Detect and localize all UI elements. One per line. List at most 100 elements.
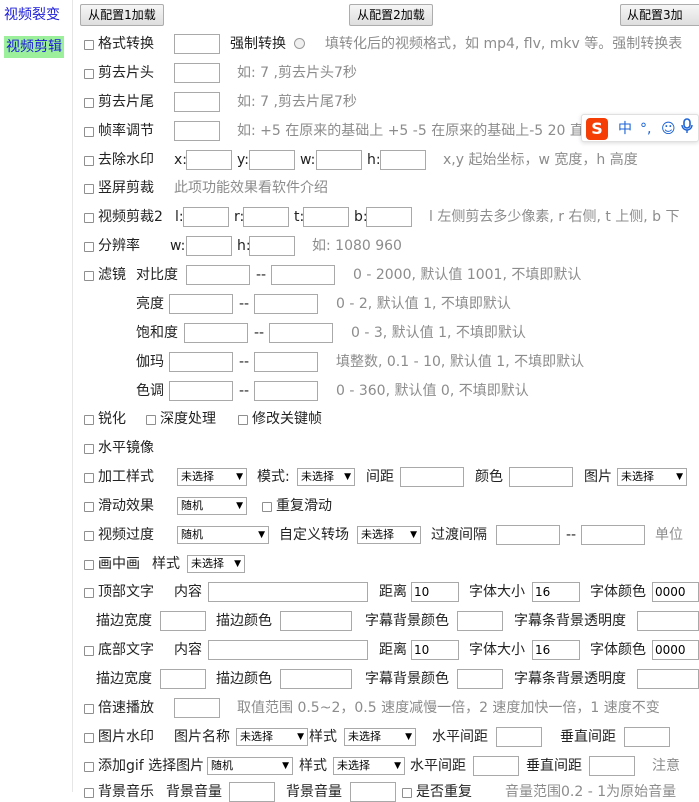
sidebar-item-video-split[interactable]: 视频裂变 <box>4 4 60 26</box>
image-vgap-input[interactable] <box>624 727 670 747</box>
vertical-crop-checkbox[interactable] <box>84 184 94 194</box>
gif-checkbox[interactable] <box>84 762 94 772</box>
top-bg-alpha-input[interactable] <box>637 611 699 631</box>
repeat-slide-checkbox[interactable] <box>262 502 272 512</box>
bottom-text-content-input[interactable] <box>208 640 368 660</box>
watermark-x-input[interactable] <box>186 150 232 170</box>
slide-checkbox[interactable] <box>84 502 94 512</box>
framerate-checkbox[interactable] <box>84 127 94 137</box>
image-name-select[interactable]: 未选择 ▼ <box>236 728 308 746</box>
filter-brightness-max-input[interactable] <box>254 294 318 314</box>
transition-interval-max-input[interactable] <box>581 525 645 545</box>
resolution-checkbox[interactable] <box>84 242 94 252</box>
top-stroke-color-input[interactable] <box>280 611 352 631</box>
gif-style-select[interactable]: 未选择 ▼ <box>333 757 405 775</box>
ime-mic-icon[interactable] <box>681 118 693 140</box>
style-checkbox[interactable] <box>84 473 94 483</box>
transition-interval-min-input[interactable] <box>496 525 560 545</box>
cut-head-input[interactable] <box>174 63 220 83</box>
bottom-text-checkbox[interactable] <box>84 646 94 656</box>
top-text-size-input[interactable]: 16 <box>532 582 580 602</box>
filter-hue-max-input[interactable] <box>254 381 318 401</box>
top-bg-color-input[interactable] <box>457 611 503 631</box>
load-config-1-button[interactable]: 从配置1加载 <box>80 4 164 26</box>
crop2-checkbox[interactable] <box>84 213 94 223</box>
watermark-h-input[interactable] <box>380 150 426 170</box>
deep-process-checkbox[interactable] <box>146 415 156 425</box>
resolution-w-input[interactable] <box>186 236 232 256</box>
speed-input[interactable] <box>174 698 220 718</box>
bottom-stroke-color-input[interactable] <box>280 669 352 689</box>
cut-tail-input[interactable] <box>174 92 220 112</box>
cut-tail-checkbox[interactable] <box>84 98 94 108</box>
image-watermark-checkbox[interactable] <box>84 733 94 743</box>
gap-input[interactable] <box>400 467 464 487</box>
slide-select[interactable]: 随机 ▼ <box>177 497 247 515</box>
filter-gamma-min-input[interactable] <box>169 352 233 372</box>
gif-hgap-input[interactable] <box>473 756 519 776</box>
top-text-color-input[interactable]: 0000 <box>652 582 699 602</box>
crop2-t-input[interactable] <box>303 207 349 227</box>
mode-select[interactable]: 未选择 ▼ <box>297 468 355 486</box>
custom-transition-select[interactable]: 未选择 ▼ <box>357 526 421 544</box>
crop2-r-input[interactable] <box>243 207 289 227</box>
ime-toolbar[interactable]: S 中 °, ☺ <box>581 114 699 142</box>
bgm-checkbox[interactable] <box>84 788 94 798</box>
filter-saturation-min-input[interactable] <box>184 323 248 343</box>
top-text-distance-input[interactable]: 10 <box>411 582 459 602</box>
resolution-h-input[interactable] <box>249 236 295 256</box>
bgm-no-repeat-checkbox[interactable] <box>402 788 412 798</box>
transition-select[interactable]: 随机 ▼ <box>177 526 269 544</box>
bottom-stroke-width-input[interactable] <box>160 669 206 689</box>
ime-lang-icon[interactable]: 中 <box>618 118 632 140</box>
bottom-bg-alpha-input[interactable] <box>637 669 699 689</box>
format-checkbox[interactable] <box>84 40 94 50</box>
image-style-select[interactable]: 未选择 ▼ <box>344 728 416 746</box>
filter-saturation-max-input[interactable] <box>269 323 333 343</box>
filter-contrast-min-input[interactable] <box>186 265 250 285</box>
filter-checkbox[interactable] <box>84 271 94 281</box>
bgm-volume-input[interactable] <box>229 782 275 802</box>
force-convert-radio[interactable] <box>294 38 305 49</box>
transition-checkbox[interactable] <box>84 531 94 541</box>
pip-checkbox[interactable] <box>84 560 94 570</box>
speed-checkbox[interactable] <box>84 704 94 714</box>
format-input[interactable] <box>174 34 220 54</box>
watermark-w-input[interactable] <box>316 150 362 170</box>
ime-punct-icon[interactable]: °, <box>640 118 651 140</box>
bottom-text-size-input[interactable]: 16 <box>532 640 580 660</box>
top-stroke-width-input[interactable] <box>160 611 206 631</box>
filter-gamma-max-input[interactable] <box>254 352 318 372</box>
color-input[interactable] <box>509 467 573 487</box>
image-hgap-input[interactable] <box>496 727 542 747</box>
bottom-bg-color-input[interactable] <box>457 669 503 689</box>
keyframe-checkbox[interactable] <box>238 415 248 425</box>
load-config-2-button[interactable]: 从配置2加载 <box>349 4 433 26</box>
load-config-3-button[interactable]: 从配置3加 <box>620 4 699 26</box>
style-select[interactable]: 未选择 ▼ <box>177 468 247 486</box>
pip-style-select[interactable]: 未选择 ▼ <box>187 555 245 573</box>
image-select[interactable]: 未选择 ▼ <box>617 468 687 486</box>
sidebar-item-video-edit[interactable]: 视频剪辑 <box>4 36 64 58</box>
crop2-b-input[interactable] <box>366 207 412 227</box>
crop2-l-input[interactable] <box>183 207 229 227</box>
top-text-content-input[interactable] <box>208 582 368 602</box>
bottom-text-distance-input[interactable]: 10 <box>411 640 459 660</box>
top-text-checkbox[interactable] <box>84 588 94 598</box>
filter-hue-min-input[interactable] <box>169 381 233 401</box>
chevron-down-icon: ▼ <box>344 472 351 482</box>
sharpen-checkbox[interactable] <box>84 415 94 425</box>
filter-brightness-min-input[interactable] <box>169 294 233 314</box>
watermark-y-input[interactable] <box>249 150 295 170</box>
gif-image-select[interactable]: 随机 ▼ <box>207 757 293 775</box>
bottom-text-color-input[interactable]: 0000 <box>652 640 699 660</box>
remove-watermark-checkbox[interactable] <box>84 156 94 166</box>
cut-head-checkbox[interactable] <box>84 69 94 79</box>
mirror-checkbox[interactable] <box>84 444 94 454</box>
transition-label: 视频过度 <box>98 527 154 543</box>
bgm-volume2-input[interactable] <box>350 782 396 802</box>
filter-contrast-max-input[interactable] <box>271 265 335 285</box>
ime-emoji-icon[interactable]: ☺ <box>661 118 676 140</box>
gif-vgap-input[interactable] <box>589 756 635 776</box>
framerate-input[interactable] <box>174 121 220 141</box>
